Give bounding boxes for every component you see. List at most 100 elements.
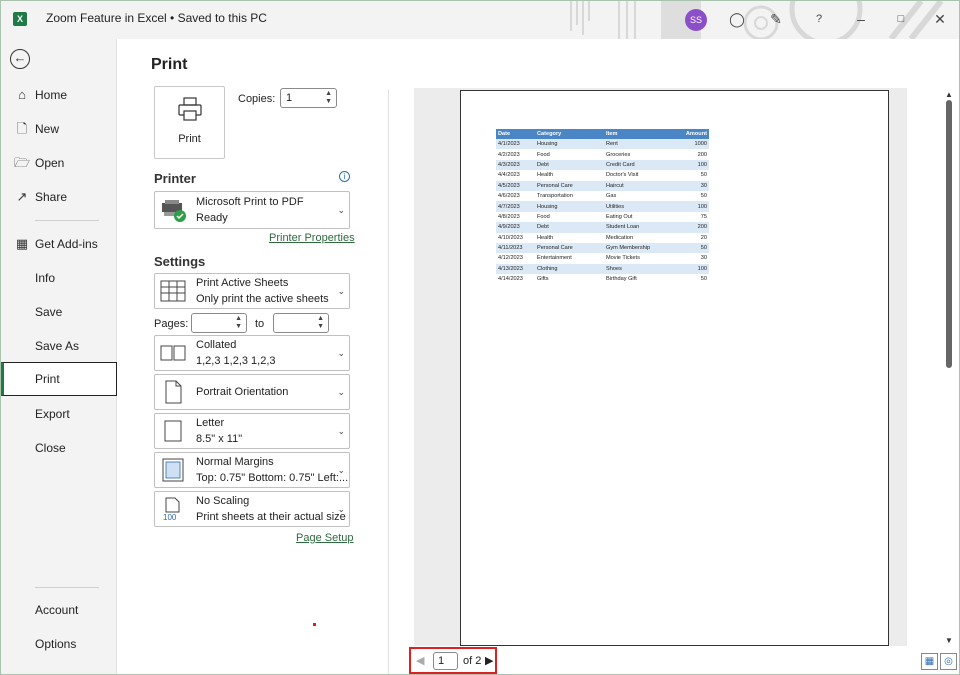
sheets-grid-icon [160, 280, 186, 302]
chevron-down-icon: ⌄ [337, 387, 345, 397]
printer-select[interactable]: Microsoft Print to PDF Ready ⌄ [154, 191, 350, 229]
print-what-sub: Only print the active sheets [196, 293, 329, 305]
nav-item-label: Get Add-ins [35, 237, 98, 251]
table-cell: 50 [700, 276, 707, 283]
zoom-to-page-icon[interactable]: ◎ [940, 653, 957, 670]
chevron-down-icon: ⌄ [337, 426, 345, 436]
stray-mark [313, 623, 316, 626]
spin-arrows-icon[interactable]: ▲ ▼ [235, 315, 242, 331]
scroll-down-icon[interactable]: ▼ [944, 636, 954, 645]
table-cell: Shoes [604, 263, 671, 275]
table-cell: Student Loan [604, 222, 671, 233]
table-cell: 4/4/2023 [498, 172, 520, 179]
backstage-nav: ← ⌂ Home 🗋 New 🗁 Open ↗ Share ▦ Get Add-… [1, 39, 117, 674]
chevron-down-icon: ⌄ [337, 286, 345, 296]
table-cell: 50 [700, 172, 707, 179]
page-setup-link[interactable]: Page Setup [296, 532, 354, 544]
table-row: 4/5/2023 Personal Care Haircut 30 [496, 180, 709, 191]
collation-select[interactable]: Collated 1,2,3 1,2,3 1,2,3 ⌄ [154, 335, 350, 371]
table-cell: 75 [700, 213, 707, 220]
nav-item-get-add-ins[interactable]: ▦ Get Add-ins [1, 227, 117, 261]
paper-size-select[interactable]: Letter 8.5" x 11" ⌄ [154, 413, 350, 449]
printer-properties-link[interactable]: Printer Properties [269, 232, 355, 244]
orientation-select[interactable]: Portrait Orientation ⌄ [154, 374, 350, 410]
nav-item-new[interactable]: 🗋 New [1, 112, 117, 146]
nav-item-close[interactable]: Close [1, 431, 117, 465]
minimize-icon[interactable]: – [851, 9, 871, 29]
table-row: 4/9/2023 Debt Student Loan 200 [496, 222, 709, 233]
copies-stepper[interactable]: 1 ▲ ▼ [280, 88, 337, 108]
table-cell: Clothing [535, 263, 604, 275]
printer-icon [178, 97, 202, 121]
help-icon[interactable]: ? [809, 9, 829, 29]
next-page-icon[interactable]: ▶ [485, 654, 493, 667]
lightbulb-icon[interactable]: ◯ [727, 9, 747, 29]
table-row: 4/14/2023 Gifts Birthday Gift 50 [496, 274, 709, 284]
nav-item-open[interactable]: 🗁 Open [1, 146, 117, 180]
collation-title: Collated [196, 339, 237, 351]
nav-item-label: Options [35, 637, 77, 651]
table-cell: Gym Membership [604, 242, 671, 254]
table-cell: 4/14/2023 [498, 276, 523, 283]
collated-icon [160, 345, 186, 361]
pages-from-input[interactable]: ▲ ▼ [191, 313, 247, 333]
spin-arrows-icon[interactable]: ▲ ▼ [317, 315, 324, 331]
scroll-thumb[interactable] [946, 100, 952, 368]
table-row: 4/7/2023 Housing Utilities 100 [496, 201, 709, 212]
nav-item-save[interactable]: Save [1, 295, 117, 329]
nav-item-options[interactable]: Options [1, 627, 117, 661]
table-cell: Movie Tickets [606, 255, 640, 262]
table-row: 4/12/2023 Entertainment Movie Tickets 30 [496, 253, 709, 263]
folder-open-icon: 🗁 [14, 155, 31, 170]
chevron-down-icon: ⌄ [337, 504, 345, 514]
pages-to-input[interactable]: ▲ ▼ [273, 313, 329, 333]
nav-item-share[interactable]: ↗ Share [1, 180, 117, 214]
info-icon[interactable]: i [339, 171, 350, 182]
nav-item-info[interactable]: Info [1, 261, 117, 295]
restore-icon[interactable]: □ [891, 9, 911, 29]
spin-arrows-icon[interactable]: ▲ ▼ [325, 90, 332, 106]
table-row: 4/2/2023 Food Groceries 200 [496, 149, 709, 159]
table-cell: 100 [671, 201, 709, 212]
nav-item-save-as[interactable]: Save As [1, 329, 117, 363]
table-cell: 4/13/2023 [496, 263, 535, 275]
paper-icon [164, 420, 182, 442]
print-button[interactable]: Print [154, 86, 225, 159]
settings-heading: Settings [154, 254, 206, 269]
printer-ready-icon [162, 200, 186, 222]
comment-icon[interactable]: ✎ [766, 9, 786, 29]
table-cell: 4/11/2023 [496, 242, 535, 254]
vertical-scrollbar[interactable]: ▲ ▼ [944, 88, 954, 646]
column-header: Item [604, 129, 671, 139]
print-what-select[interactable]: Print Active Sheets Only print the activ… [154, 273, 350, 309]
excel-logo-icon: X [13, 12, 27, 26]
table-cell: 4/7/2023 [496, 201, 535, 212]
printer-heading: Printer [154, 171, 196, 186]
previous-page-icon[interactable]: ◀ [416, 654, 424, 667]
table-row: 4/11/2023 Personal Care Gym Membership 50 [496, 242, 709, 254]
nav-item-print[interactable]: Print [1, 362, 117, 396]
share-icon: ↗ [16, 189, 28, 204]
chevron-down-icon: ⌄ [337, 348, 345, 358]
table-cell: Haircut [604, 180, 671, 191]
table-body: 4/1/2023 Housing Rent 1000 4/2/2023 Food Groce… [496, 139, 709, 284]
print-preview: Date Category Item Amount 4/1/2023 Housin… [414, 88, 907, 646]
show-margins-icon[interactable]: ▦ [921, 653, 938, 670]
scroll-up-icon[interactable]: ▲ [944, 90, 954, 99]
close-icon[interactable]: ✕ [930, 9, 950, 29]
margins-select[interactable]: Normal Margins Top: 0.75" Bottom: 0.75" … [154, 452, 350, 488]
preview-page: Date Category Item Amount 4/1/2023 Housin… [460, 90, 889, 646]
chevron-down-icon: ⌄ [337, 465, 345, 475]
table-cell: 200 [697, 151, 707, 158]
nav-item-label: Save As [35, 339, 80, 353]
nav-item-export[interactable]: Export [1, 397, 117, 431]
nav-item-home[interactable]: ⌂ Home [1, 78, 117, 112]
scaling-select[interactable]: 100 No Scaling Print sheets at their act… [154, 491, 350, 527]
avatar[interactable]: SS [685, 9, 707, 31]
table-cell: 4/1/2023 [496, 139, 535, 150]
nav-item-account[interactable]: Account [1, 593, 117, 627]
new-file-icon: 🗋 [16, 121, 28, 136]
table-row: 4/4/2023 Health Doctor's Visit 50 [496, 170, 709, 180]
current-page-input[interactable]: 1 [433, 652, 458, 670]
back-arrow-icon[interactable]: ← [10, 49, 30, 69]
